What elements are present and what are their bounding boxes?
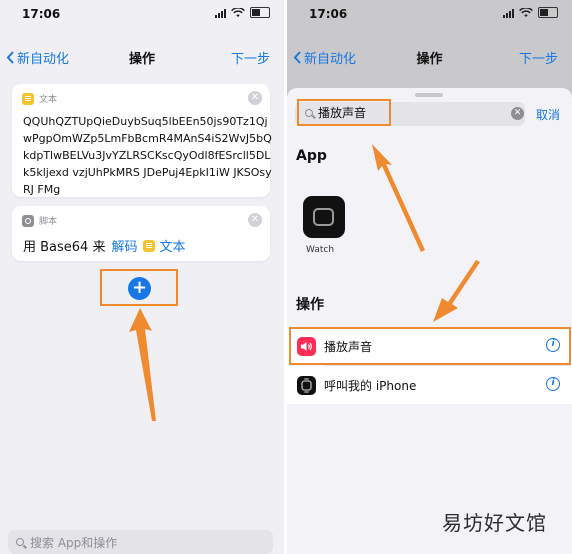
status-icons: [215, 7, 270, 18]
sheet-grabber[interactable]: [415, 93, 443, 97]
row-highlight: [289, 327, 571, 365]
info-icon[interactable]: i: [546, 377, 560, 391]
signal-icon: [503, 8, 514, 18]
right-screen: 17:06 新自动化 操作 下一步 播放声音 ✕ 取消 App Watch 操作: [287, 0, 572, 554]
card-header: 文本: [22, 92, 57, 105]
watch-icon[interactable]: [303, 196, 345, 238]
search-highlight: 播放声音: [297, 99, 391, 126]
nav-bar: 新自动化 操作 下一步: [0, 40, 284, 74]
status-time: 17:06: [22, 7, 61, 21]
add-action-button[interactable]: +: [128, 277, 151, 300]
search-icon: [305, 108, 313, 117]
cancel-button[interactable]: 取消: [536, 106, 560, 123]
next-button[interactable]: 下一步: [519, 48, 558, 67]
watch-icon: [297, 376, 316, 395]
status-bar: 17:06: [0, 0, 284, 30]
script-sentence: 用 Base64 来 解码 文本: [23, 236, 186, 255]
signal-icon: [215, 8, 226, 18]
notes-icon: [22, 92, 34, 105]
base64-action-card[interactable]: 脚本 ✕ 用 Base64 来 解码 文本: [12, 206, 270, 261]
search-placeholder: 搜索 App和操作: [30, 535, 118, 550]
status-bar: 17:06: [287, 0, 572, 30]
notes-icon: [143, 239, 156, 252]
watermark: 易坊好文馆: [442, 511, 547, 535]
card-kind-label: 脚本: [39, 217, 58, 227]
mode-parameter[interactable]: 解码: [111, 236, 137, 255]
wifi-icon: [519, 7, 533, 17]
nav-bar: 新自动化 操作 下一步: [287, 40, 572, 74]
search-query[interactable]: 播放声音: [318, 104, 366, 121]
next-button[interactable]: 下一步: [231, 48, 270, 67]
card-kind-label: 文本: [39, 95, 58, 105]
remove-action-button[interactable]: ✕: [248, 213, 262, 227]
action-label: 呼叫我的 iPhone: [324, 379, 417, 393]
status-icons: [503, 7, 558, 18]
status-time: 17:06: [309, 7, 348, 21]
search-bar[interactable]: 搜索 App和操作: [8, 530, 273, 554]
battery-icon: [538, 7, 558, 18]
script-icon: [22, 214, 34, 227]
clear-search-button[interactable]: ✕: [511, 107, 524, 120]
left-screen: 17:06 新自动化 操作 下一步 文本 ✕ QQUhQZTUpQieDuybS…: [0, 0, 284, 554]
input-token[interactable]: 文本: [143, 236, 186, 255]
app-label: Watch: [306, 245, 335, 255]
action-picker-sheet: 播放声音 ✕ 取消 App Watch 操作 播放声音 i 呼叫我的 iPhon…: [287, 88, 572, 554]
text-action-card[interactable]: 文本 ✕ QQUhQZTUpQieDuybSuq5lbEEn50js90Tz1Q…: [12, 84, 272, 197]
card-header: 脚本: [22, 214, 57, 227]
remove-action-button[interactable]: ✕: [248, 91, 262, 105]
script-prefix: 用 Base64 来: [23, 240, 106, 255]
text-content[interactable]: QQUhQZTUpQieDuybSuq5lbEEn50js90Tz1QjwPgp…: [23, 113, 275, 197]
highlight-box: +: [100, 269, 178, 306]
apps-section-title: App: [296, 148, 327, 164]
actions-section-title: 操作: [296, 297, 324, 313]
action-row-call-iphone[interactable]: 呼叫我的 iPhone i: [287, 366, 572, 404]
wifi-icon: [231, 7, 245, 17]
battery-icon: [250, 7, 270, 18]
token-label: 文本: [159, 240, 186, 255]
search-icon: [16, 538, 24, 546]
